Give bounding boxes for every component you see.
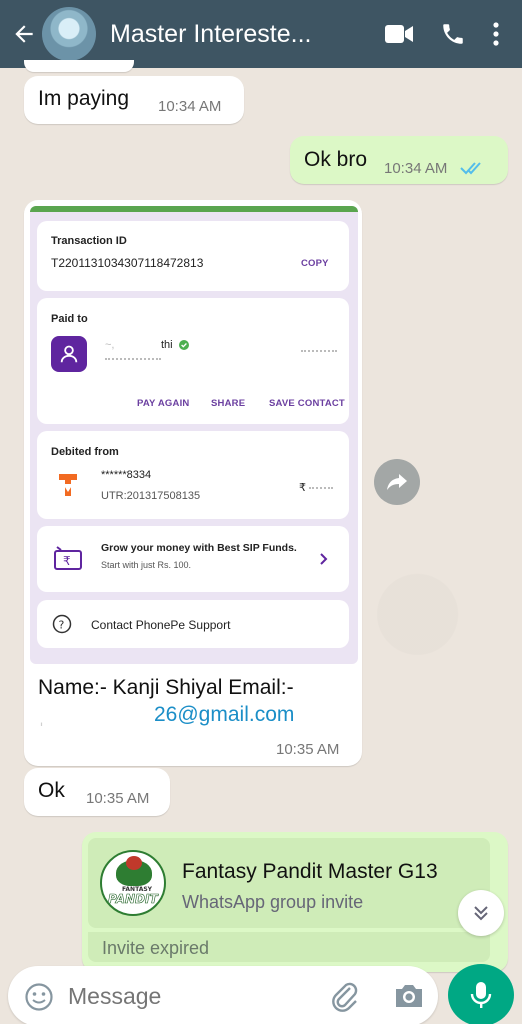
incoming-message[interactable]: Ok 10:35 AM <box>24 768 170 816</box>
group-invite-message[interactable]: FANTASY PANDIT Fantasy Pandit Master G13… <box>82 832 508 972</box>
svg-text:?: ? <box>59 619 65 632</box>
more-options-icon[interactable] <box>492 21 500 47</box>
invite-title: Fantasy Pandit Master G13 <box>182 860 438 883</box>
redacted-amount <box>301 350 337 352</box>
email-link[interactable]: 26@gmail.com <box>154 703 294 727</box>
debited-card: Debited from ******8334 UTR:201317508135… <box>37 431 349 519</box>
pay-again-button[interactable]: PAY AGAIN <box>137 398 189 409</box>
transaction-card: Transaction ID T2201131034307118472813 C… <box>37 221 349 291</box>
payee-name-blurred: ~, <box>105 339 115 351</box>
attach-icon[interactable] <box>330 980 360 1012</box>
sip-subtitle: Start with just Rs. 100. <box>101 560 192 570</box>
message-time: 10:34 AM <box>158 98 222 115</box>
camera-icon[interactable] <box>393 982 425 1010</box>
message-time: 10:34 AM <box>384 160 448 177</box>
message-time: 10:35 AM <box>276 741 340 758</box>
email-redacted: ˌ <box>38 704 45 727</box>
chevron-right-icon <box>320 553 328 565</box>
message-time: 10:35 AM <box>86 790 150 807</box>
svg-text:₹: ₹ <box>63 554 71 568</box>
status-bar <box>30 206 358 212</box>
sip-promo-card[interactable]: ₹ Grow your money with Best SIP Funds. S… <box>37 526 349 592</box>
scroll-to-bottom-button[interactable] <box>458 890 504 936</box>
debited-label: Debited from <box>51 446 119 458</box>
message-input[interactable] <box>68 980 308 1012</box>
group-logo: FANTASY PANDIT <box>100 850 166 916</box>
cricket-ball <box>126 856 142 870</box>
outgoing-message[interactable]: Ok bro 10:34 AM <box>290 136 508 184</box>
share-button[interactable]: SHARE <box>211 398 245 409</box>
message-composer[interactable] <box>8 966 438 1024</box>
invite-status-bar: Invite expired <box>88 932 490 962</box>
person-icon <box>51 336 87 372</box>
incoming-message[interactable]: Im paying 10:34 AM <box>24 76 244 124</box>
video-call-icon[interactable] <box>384 23 414 45</box>
chat-header: Master Intereste... <box>0 0 522 68</box>
invite-status: Invite expired <box>102 938 210 958</box>
amount-symbol: ₹ <box>299 482 306 494</box>
chat-title[interactable]: Master Intereste... <box>110 20 330 49</box>
paid-to-label: Paid to <box>51 313 88 325</box>
voice-message-button[interactable] <box>448 964 514 1024</box>
support-label: Contact PhonePe Support <box>91 618 231 632</box>
transaction-label: Transaction ID <box>51 235 127 247</box>
save-contact-button[interactable]: SAVE CONTACT <box>269 398 345 409</box>
help-icon: ? <box>52 614 72 634</box>
message-text: Ok <box>38 779 65 802</box>
double-chevron-down-icon <box>474 906 488 921</box>
message-text: Ok bro <box>304 148 368 171</box>
payment-screenshot[interactable]: Transaction ID T2201131034307118472813 C… <box>30 206 358 664</box>
read-ticks-icon <box>460 162 481 175</box>
redacted-amount <box>309 487 333 489</box>
message-bubble-partial <box>24 60 134 72</box>
voice-call-icon[interactable] <box>440 21 466 47</box>
copy-button[interactable]: COPY <box>301 258 329 269</box>
back-button[interactable] <box>6 16 42 52</box>
support-card[interactable]: ? Contact PhonePe Support <box>37 600 349 648</box>
sip-title: Grow your money with Best SIP Funds. <box>101 542 297 554</box>
account-number: ******8334 <box>101 469 152 481</box>
bank-logo-icon <box>57 472 79 498</box>
caption-line-1: Name:- Kanji Shiyal Email:- <box>38 676 294 699</box>
forward-icon <box>387 474 407 490</box>
paid-to-card: Paid to ~, thi PAY AGAIN SHARE SAVE CONT… <box>37 298 349 424</box>
emoji-icon[interactable] <box>24 982 54 1012</box>
message-text: Im paying <box>38 87 130 110</box>
redacted-text <box>105 358 161 360</box>
rupee-wallet-icon: ₹ <box>53 545 83 573</box>
microphone-icon <box>470 982 492 1008</box>
forward-button[interactable] <box>374 459 420 505</box>
group-avatar[interactable] <box>42 7 96 61</box>
payee-name: thi <box>161 339 173 351</box>
logo-text: PANDIT <box>108 892 158 907</box>
invite-subtitle: WhatsApp group invite <box>182 892 364 912</box>
arrow-left-icon <box>15 25 33 43</box>
transaction-id: T2201131034307118472813 <box>51 256 204 270</box>
verified-icon <box>179 340 189 350</box>
utr-number: UTR:201317508135 <box>101 490 201 502</box>
